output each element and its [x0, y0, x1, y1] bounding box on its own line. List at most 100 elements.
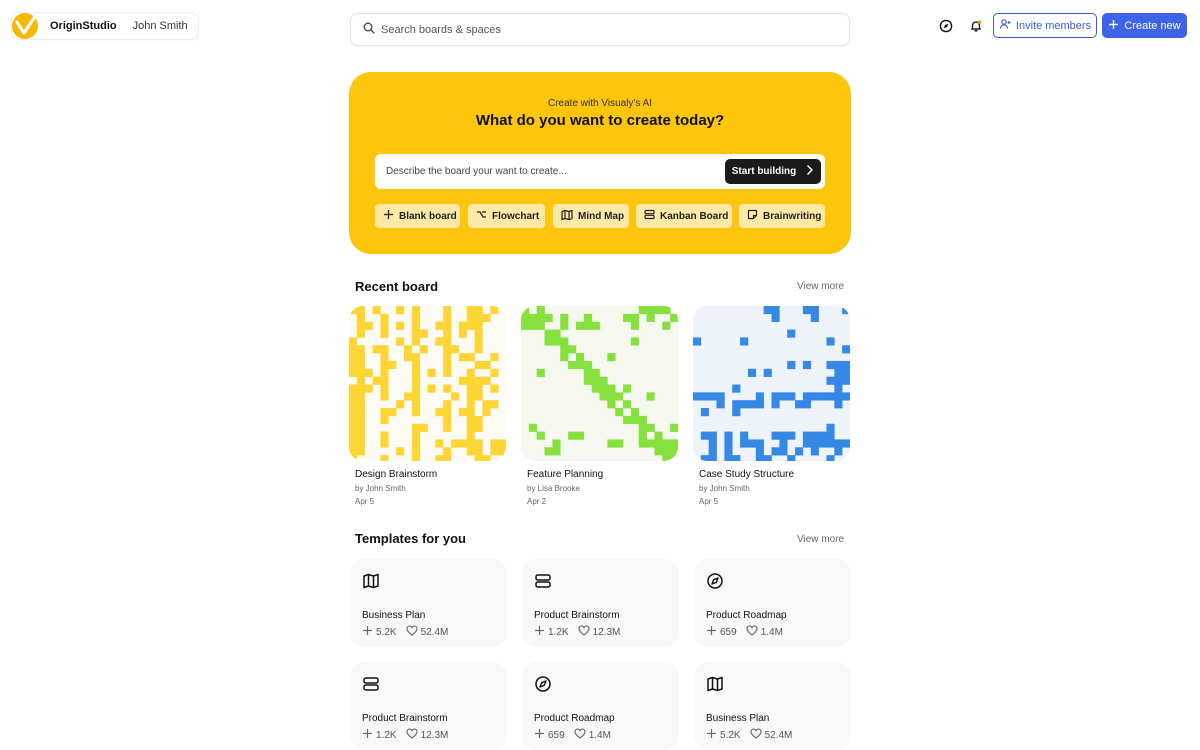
- template-card[interactable]: Product Roadmap 659 1.4M: [694, 559, 851, 647]
- mosaic-tile: [763, 368, 772, 377]
- template-card[interactable]: Product Roadmap 659 1.4M: [522, 662, 679, 750]
- search-input[interactable]: [381, 23, 821, 36]
- start-building-button[interactable]: Start building: [725, 159, 821, 184]
- mosaic-tile: [802, 392, 812, 401]
- heart-icon: [574, 728, 586, 742]
- chip-flowchart[interactable]: Flowchart: [468, 204, 545, 228]
- search-bar[interactable]: [350, 13, 850, 46]
- mosaic-tile: [755, 447, 764, 456]
- chip-brainwriting[interactable]: Brainwriting: [739, 204, 825, 228]
- mosaic-tile: [396, 321, 405, 330]
- mosaic-tile: [411, 431, 420, 440]
- template-name: Business Plan: [706, 713, 770, 724]
- kanban-icon: [534, 572, 552, 590]
- flowchart-icon: [476, 209, 487, 223]
- mosaic-tile: [380, 392, 389, 401]
- plus-icon: [534, 625, 545, 639]
- mosaic-tile: [623, 400, 632, 409]
- mosaic-tile: [443, 408, 452, 417]
- board-title[interactable]: Design Brainstorm: [355, 469, 437, 480]
- board-title[interactable]: Case Study Structure: [699, 469, 794, 480]
- bell-icon[interactable]: [966, 16, 986, 36]
- board-thumbnail[interactable]: [521, 306, 678, 461]
- template-card[interactable]: Business Plan 5.2K 52.4M: [694, 662, 851, 750]
- mosaic-tile: [490, 384, 499, 393]
- mosaic-tile: [388, 408, 397, 417]
- board-date: Apr 5: [699, 497, 719, 506]
- mosaic-tile: [443, 368, 452, 377]
- mosaic-tile: [630, 415, 640, 425]
- mosaic-tile: [466, 392, 475, 401]
- chip-blank-board[interactable]: Blank board: [375, 204, 460, 228]
- chip-kanban-board[interactable]: Kanban Board: [636, 204, 732, 228]
- ai-prompt-input[interactable]: [386, 166, 716, 177]
- template-card[interactable]: Product Brainstorm 1.2K 12.3M: [522, 559, 679, 647]
- mosaic-tile: [349, 384, 358, 393]
- mosaic-tile: [834, 360, 843, 370]
- compass-icon[interactable]: [936, 16, 956, 36]
- create-new-button[interactable]: Create new: [1102, 13, 1187, 38]
- mosaic-tile: [630, 313, 640, 322]
- mosaic-tile: [443, 384, 452, 393]
- mosaic-tile: [654, 447, 663, 456]
- plus-icon: [362, 728, 373, 742]
- mosaic-tile: [670, 423, 678, 432]
- mosaic-tile: [834, 392, 843, 401]
- mosaic-tile: [356, 415, 365, 425]
- mosaic-tile: [490, 353, 499, 362]
- mosaic-tile: [826, 337, 835, 346]
- chevron-right-icon: [806, 165, 814, 178]
- template-stats: 1.2K 12.3M: [362, 728, 457, 742]
- mosaic-tile: [443, 353, 452, 362]
- mosaic-tile: [615, 439, 624, 448]
- mosaic-tile: [466, 408, 475, 417]
- mosaic-tile: [356, 345, 365, 354]
- mosaic-tile: [411, 321, 420, 330]
- mosaic-tile: [451, 392, 460, 401]
- mosaic-tile: [583, 360, 592, 370]
- template-card[interactable]: Business Plan 5.2K 52.4M: [350, 559, 507, 647]
- mosaic-tile: [380, 384, 389, 393]
- mosaic-tile: [356, 447, 365, 456]
- mosaic-tile: [356, 368, 365, 377]
- plus-icon: [706, 625, 717, 639]
- mosaic-tile: [458, 376, 468, 385]
- workspace-switcher[interactable]: OriginStudio John Smith: [11, 12, 199, 40]
- chip-mind-map[interactable]: Mind Map: [553, 204, 629, 228]
- template-card[interactable]: Product Brainstorm 1.2K 12.3M: [350, 662, 507, 750]
- templates-heading: Templates for you: [355, 531, 467, 546]
- mosaic-tile: [560, 321, 569, 330]
- mosaic-tile: [646, 423, 655, 432]
- mosaic-tile: [474, 345, 483, 354]
- board-thumbnail[interactable]: [693, 306, 850, 461]
- board-preview-mosaic: [693, 306, 850, 461]
- board-date: Apr 5: [355, 497, 375, 506]
- mosaic-tile: [466, 447, 475, 456]
- mosaic-tile: [466, 384, 475, 393]
- map-icon: [706, 675, 724, 693]
- board-title[interactable]: Feature Planning: [527, 469, 603, 480]
- recent-view-more-link[interactable]: View more: [797, 281, 844, 292]
- mosaic-tile: [834, 368, 843, 377]
- mosaic-tile: [349, 353, 358, 362]
- mosaic-tile: [356, 306, 365, 315]
- mosaic-tile: [826, 360, 835, 370]
- mosaic-tile: [458, 329, 468, 338]
- mosaic-tile: [842, 360, 850, 370]
- mosaic-tile: [716, 392, 725, 401]
- templates-view-more-link[interactable]: View more: [797, 534, 844, 545]
- invite-members-button[interactable]: Invite members: [993, 13, 1097, 38]
- mosaic-tile: [482, 400, 491, 409]
- mosaic-tile: [443, 415, 452, 425]
- mosaic-tile: [708, 439, 717, 448]
- mosaic-tile: [724, 455, 733, 461]
- mosaic-tile: [474, 321, 483, 330]
- mosaic-tile: [356, 384, 365, 393]
- mosaic-tile: [732, 408, 741, 417]
- template-likes: 52.4M: [420, 626, 449, 638]
- chip-label: Kanban Board: [660, 210, 729, 222]
- mosaic-tile: [607, 353, 616, 362]
- board-thumbnail[interactable]: [349, 306, 506, 461]
- mosaic-tile: [536, 306, 545, 315]
- recent-boards-heading: Recent board: [355, 279, 439, 294]
